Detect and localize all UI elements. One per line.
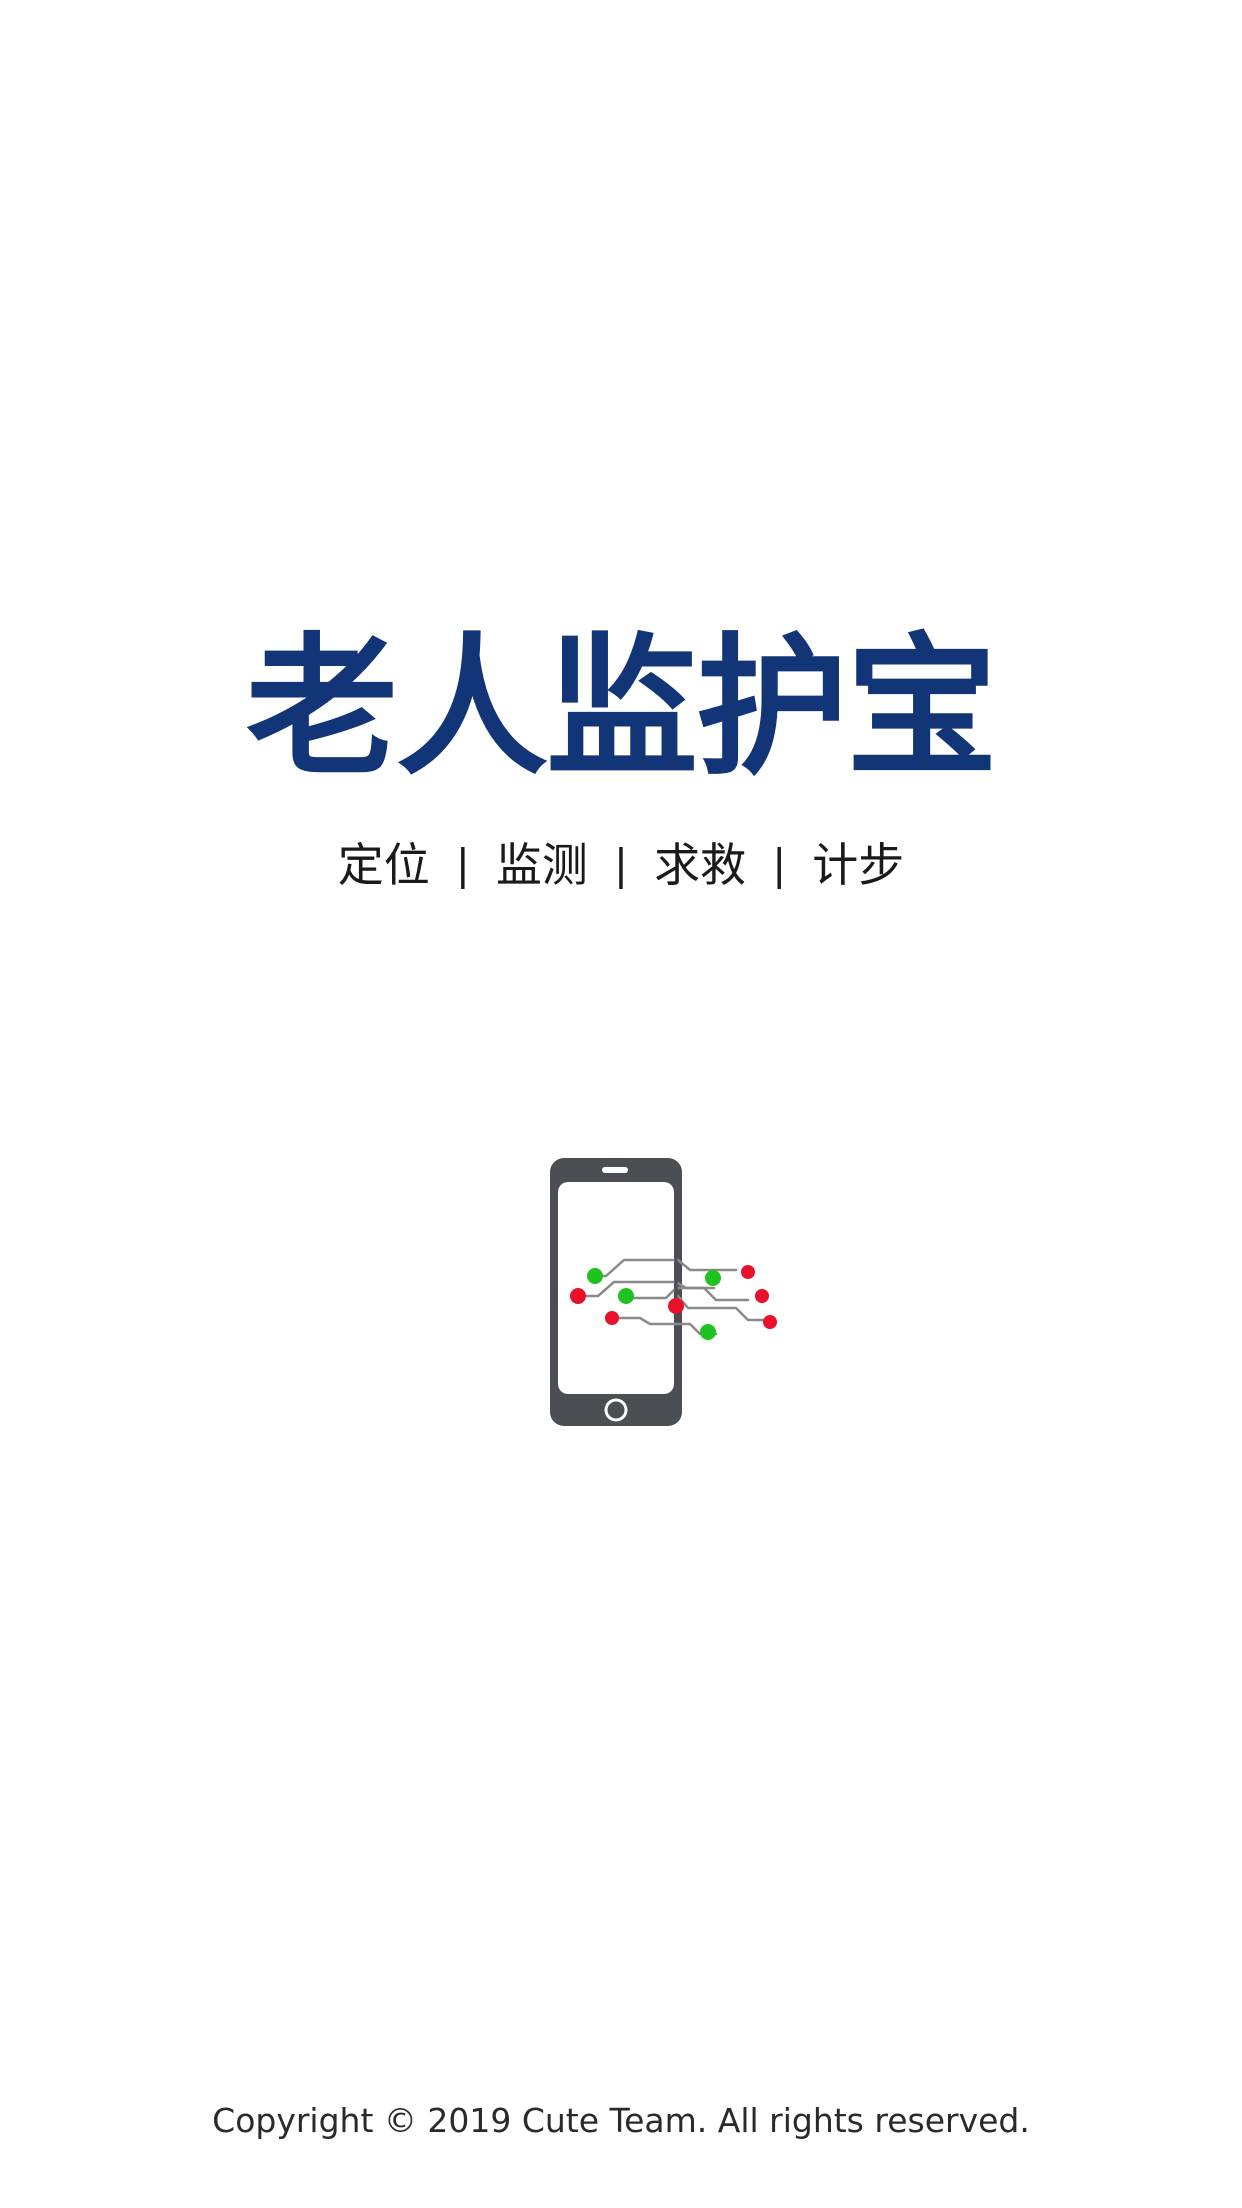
feature-separator: | (455, 840, 470, 889)
phone-network-icon (550, 1158, 777, 1426)
app-title: 老人监护宝 (246, 619, 998, 796)
feature-label-location: 定位 (337, 838, 430, 892)
feature-label-sos: 求救 (654, 838, 747, 892)
feature-label-monitoring: 监测 (495, 838, 588, 892)
copyright-text: Copyright © 2019 Cute Team. All rights r… (212, 2101, 1030, 2140)
feature-list: 定位 | 监测 | 求救 | 计步 (0, 842, 1242, 888)
feature-separator: | (613, 840, 629, 889)
feature-separator: | (772, 840, 787, 889)
phone-screen (558, 1182, 674, 1394)
phone-speaker (602, 1167, 628, 1173)
feature-label-pedometer: 计步 (812, 838, 905, 892)
